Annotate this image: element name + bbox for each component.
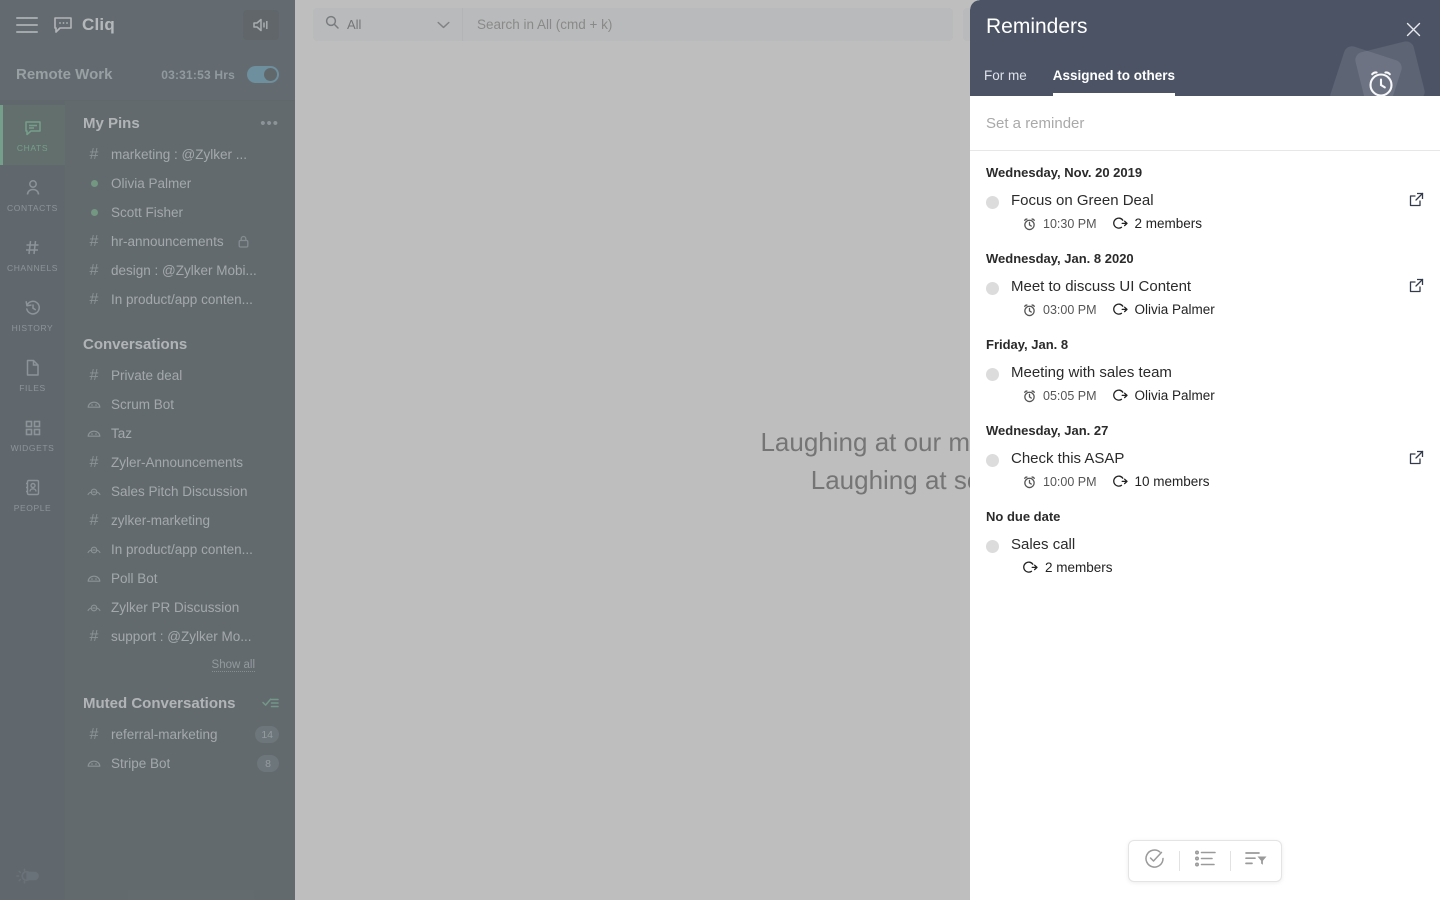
reminder-title: Check this ASAP	[1011, 450, 1125, 467]
reminder-status-circle[interactable]	[986, 196, 999, 209]
list-view-button[interactable]	[1180, 840, 1230, 882]
reminders-tabs: For me Assigned to others	[984, 68, 1176, 96]
completed-reminders-button[interactable]	[1129, 840, 1179, 882]
reminder-title: Focus on Green Deal	[1011, 192, 1154, 209]
reminder-item[interactable]: Meeting with sales team 05:05 PM Olivia …	[986, 364, 1424, 403]
alarm-clock-icon	[1328, 39, 1427, 96]
reminders-footer-toolbar	[970, 840, 1440, 882]
reminder-title: Meet to discuss UI Content	[1011, 278, 1192, 295]
reminder-item[interactable]: Check this ASAP 10:00 PM 10 members	[986, 450, 1424, 489]
assigned-to-icon	[1112, 389, 1128, 402]
reminder-assignee: Olivia Palmer	[1134, 302, 1215, 317]
assigned-to-icon	[1112, 303, 1128, 316]
set-reminder-input[interactable]	[986, 114, 1424, 132]
reminder-status-circle[interactable]	[986, 540, 999, 553]
alarm-clock-icon	[1023, 217, 1036, 231]
reminder-status-circle[interactable]	[986, 368, 999, 381]
reminder-status-circle[interactable]	[986, 454, 999, 467]
reminder-assignee: 10 members	[1134, 474, 1210, 489]
filter-button[interactable]	[1231, 840, 1281, 882]
reminder-time: 05:05 PM	[1043, 388, 1097, 403]
alarm-clock-icon	[1023, 475, 1036, 489]
reminder-time: 10:00 PM	[1043, 474, 1097, 489]
reminders-panel: Reminders For me Assigned to others Set …	[970, 0, 1440, 900]
reminder-title: Meeting with sales team	[1011, 364, 1172, 381]
reminders-panel-header: Reminders For me Assigned to others	[970, 0, 1440, 96]
open-external-icon[interactable]	[1409, 192, 1424, 207]
filter-sort-icon	[1245, 850, 1267, 872]
reminder-item[interactable]: Sales call 2 members	[986, 536, 1424, 575]
set-reminder-field	[970, 96, 1440, 151]
assigned-to-icon	[1112, 217, 1128, 230]
page-title: Reminders	[986, 15, 1088, 38]
cliq-app-window: Cliq Remote Work 03:31:53 Hrs	[0, 0, 1440, 900]
reminder-item[interactable]: Focus on Green Deal 10:30 PM 2 members	[986, 192, 1424, 231]
reminder-group-date: Wednesday, Nov. 20 2019	[986, 165, 1143, 180]
reminder-group-date: Wednesday, Jan. 8 2020	[986, 251, 1134, 266]
assigned-to-icon	[1112, 475, 1128, 488]
reminder-assignee: Olivia Palmer	[1134, 388, 1215, 403]
reminder-time: 10:30 PM	[1043, 216, 1097, 231]
check-circle-icon	[1144, 848, 1165, 874]
reminder-group-date: Wednesday, Jan. 27	[986, 423, 1109, 438]
reminder-assignee: 2 members	[1134, 216, 1203, 231]
open-external-icon[interactable]	[1409, 278, 1424, 293]
reminder-title: Sales call	[1011, 536, 1076, 553]
tab-for-me[interactable]: For me	[984, 68, 1027, 96]
reminder-status-circle[interactable]	[986, 282, 999, 295]
reminder-group-date: No due date	[986, 509, 1061, 524]
reminder-time: 03:00 PM	[1043, 302, 1097, 317]
tab-assigned-to-others[interactable]: Assigned to others	[1052, 68, 1176, 96]
open-external-icon[interactable]	[1409, 450, 1424, 465]
alarm-clock-icon	[1023, 389, 1036, 403]
reminders-list[interactable]: Wednesday, Nov. 20 2019 Focus on Green D…	[970, 151, 1440, 900]
assigned-to-icon	[1023, 561, 1038, 574]
list-view-icon	[1194, 850, 1216, 872]
reminder-item[interactable]: Meet to discuss UI Content 03:00 PM Oliv…	[986, 278, 1424, 317]
reminder-assignee: 2 members	[1045, 560, 1113, 575]
close-icon[interactable]	[1400, 16, 1426, 42]
alarm-clock-icon	[1023, 303, 1036, 317]
reminder-group-date: Friday, Jan. 8	[986, 337, 1069, 352]
